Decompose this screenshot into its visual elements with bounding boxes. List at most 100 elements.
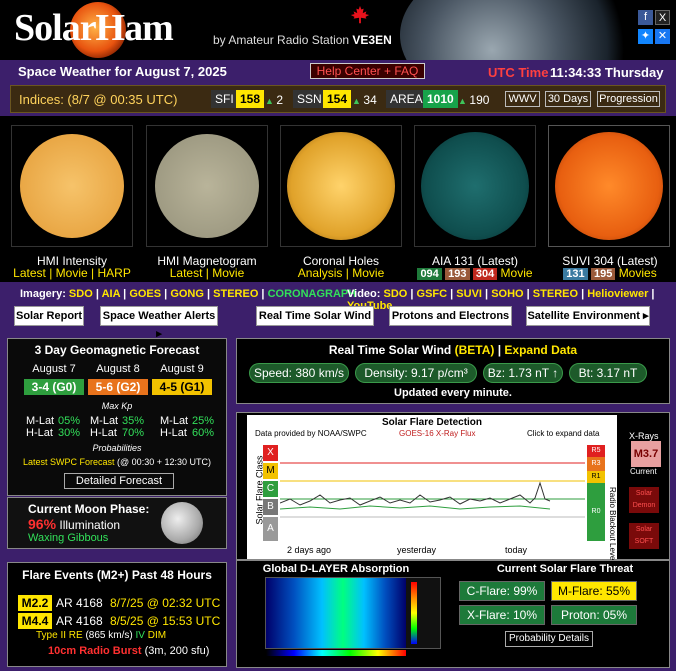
social-icon[interactable]: ✕ <box>655 29 670 44</box>
suvi-304-image[interactable] <box>548 125 670 247</box>
moon-percent: 96% <box>28 516 57 532</box>
bluesky-icon[interactable]: ✦ <box>638 29 653 44</box>
hmi-intensity-movie-link[interactable]: Movie <box>56 266 88 280</box>
hmi-intensity-latest-link[interactable]: Latest <box>13 266 46 280</box>
probabilities-label: Probabilities <box>92 443 142 453</box>
protons-electrons-button[interactable]: Protons and Electrons <box>389 306 512 326</box>
forecast-day-2: August 8 <box>96 363 140 375</box>
coronal-holes-movie-link[interactable]: Movie <box>352 266 384 280</box>
aia-131-image[interactable] <box>414 125 536 247</box>
r3-level: R3 <box>587 457 605 471</box>
video-soho-link[interactable]: SOHO <box>491 288 523 300</box>
class-a: A <box>263 517 278 541</box>
tick-yesterday: yesterday <box>397 545 437 555</box>
probability-details-button[interactable]: Probability Details <box>505 631 593 647</box>
video-suvi-link[interactable]: SUVI <box>456 288 482 300</box>
help-center-button[interactable]: Help Center + FAQ <box>310 63 425 79</box>
mlat-value-2: 35% <box>122 415 145 427</box>
forecast-title: 3 Day Geomagnetic Forecast <box>34 343 200 357</box>
wwv-button[interactable]: WWV <box>505 91 540 107</box>
solar-report-button[interactable]: Solar Report <box>14 306 84 326</box>
space-weather-alerts-button[interactable]: Space Weather Alerts ▸ <box>100 306 218 340</box>
coronal-holes-analysis-link[interactable]: Analysis <box>298 266 343 280</box>
flare-ar-2: AR 4168 <box>56 614 103 628</box>
video-stereo-link[interactable]: STEREO <box>533 288 578 300</box>
hmi-intensity-image[interactable] <box>11 125 133 247</box>
solar-soft-line1: Solar <box>635 526 653 533</box>
progression-button[interactable]: Progression <box>597 91 660 107</box>
xrays-side-label: X-Rays <box>629 431 659 441</box>
solar-demon-line2: Demon <box>632 502 656 509</box>
sfi-value: 158 <box>236 90 265 108</box>
hlat-label-3: H-Lat <box>160 427 187 439</box>
forecast-kp-1: 3-4 (G0) <box>24 379 84 395</box>
forecast-day-1: August 7 <box>32 363 76 375</box>
hmi-magnetogram-image[interactable] <box>146 125 268 247</box>
coronal-holes-image[interactable] <box>280 125 402 247</box>
radio-blackout-label: Radio Blackout Level <box>608 487 617 563</box>
flare-time-2: 8/5/25 @ 15:53 UTC <box>110 614 221 628</box>
x-twitter-icon[interactable]: X <box>655 10 670 25</box>
suvi-movies-link[interactable]: Movies <box>619 266 657 280</box>
byline: by Amateur Radio Station VE3EN <box>213 33 392 47</box>
30-days-button[interactable]: 30 Days <box>545 91 591 107</box>
hmi-magnetogram-movie-link[interactable]: Movie <box>212 266 244 280</box>
maple-leaf-icon <box>350 5 370 24</box>
ssn-delta: 34 <box>352 93 376 107</box>
solar-wind-header: Real Time Solar Wind (BETA) | Expand Dat… <box>237 343 669 357</box>
aia-131-links: 094 193 304 Movie <box>405 266 545 280</box>
sfi-delta: 2 <box>265 93 283 107</box>
aia-193-link[interactable]: 193 <box>445 268 470 280</box>
imagery-stereo-link[interactable]: STEREO <box>213 288 258 300</box>
xray-click[interactable]: Click to expand data <box>527 429 600 438</box>
site-logo[interactable]: SolarHam <box>14 6 174 50</box>
m-flare-threat: M-Flare: 55% <box>551 581 637 601</box>
flare-class-2: M4.4 <box>18 613 52 629</box>
forecast-kp-3: 4-5 (G1) <box>152 379 212 395</box>
dlayer-map[interactable] <box>265 577 441 656</box>
facebook-icon[interactable]: f <box>638 10 653 25</box>
flare-events-panel: Flare Events (M2+) Past 48 Hours M2.2 AR… <box>7 562 227 667</box>
imagery-aia-link[interactable]: AIA <box>102 288 121 300</box>
wind-bz: Bz: 1.73 nT ↑ <box>483 363 563 383</box>
imagery-gong-link[interactable]: GONG <box>170 288 204 300</box>
tick-2-days-ago: 2 days ago <box>287 545 332 555</box>
utc-clock: 11:34:33 Thursday <box>550 65 664 80</box>
xray-flux-plot <box>280 462 585 518</box>
x-flare-threat: X-Flare: 10% <box>459 605 545 625</box>
imagery-sdo-link[interactable]: SDO <box>69 288 93 300</box>
solar-soft-button[interactable]: Solar SOFT <box>629 523 659 549</box>
solar-wind-separator: | <box>497 343 502 357</box>
area-delta: 190 <box>458 93 489 107</box>
video-helioviewer-link[interactable]: Helioviewer <box>587 288 648 300</box>
hmi-intensity-harp-link[interactable]: HARP <box>97 266 130 280</box>
aia-304-link[interactable]: 304 <box>472 268 498 280</box>
expand-data-link[interactable]: Expand Data <box>504 343 577 357</box>
wind-speed: Speed: 380 km/s <box>249 363 349 383</box>
indices-bar: Indices: (8/7 @ 00:35 UTC) SFI 158 2 SSN… <box>10 85 666 113</box>
aia-094-link[interactable]: 094 <box>417 268 442 280</box>
video-sdo-link[interactable]: SDO <box>383 288 407 300</box>
xray-chart[interactable]: Solar Flare Detection Data provided by N… <box>247 415 617 563</box>
suvi-131-link[interactable]: 131 <box>563 268 588 280</box>
suvi-195-link[interactable]: 195 <box>590 268 616 280</box>
class-b: B <box>263 499 278 515</box>
detailed-forecast-button[interactable]: Detailed Forecast <box>64 473 174 489</box>
solar-demon-button[interactable]: Solar Demon <box>629 487 659 513</box>
imagery-links: Imagery: SDO | AIA | GOES | GONG | STERE… <box>20 288 357 300</box>
video-gsfc-link[interactable]: GSFC <box>417 288 448 300</box>
hmi-magnetogram-latest-link[interactable]: Latest <box>170 266 203 280</box>
real-time-solar-wind-button[interactable]: Real Time Solar Wind <box>256 306 374 326</box>
imagery-goes-link[interactable]: GOES <box>129 288 161 300</box>
flare-class-1: M2.2 <box>18 595 52 611</box>
video-label: Video: <box>347 288 381 300</box>
r1-level: R1 <box>587 471 605 483</box>
imagery-coronagraph-link[interactable]: CORONAGRAPH <box>268 288 357 300</box>
swpc-forecast-link[interactable]: Latest SWPC Forecast <box>23 457 115 467</box>
satellite-environment-button[interactable]: Satellite Environment ▸ <box>526 306 650 326</box>
flare-events-title: Flare Events (M2+) Past 48 Hours <box>22 568 212 582</box>
geomagnetic-forecast-panel: 3 Day Geomagnetic Forecast August 7 Augu… <box>7 338 227 496</box>
mlat-label-1: M-Lat <box>26 415 55 427</box>
aia-movie-link[interactable]: Movie <box>501 266 533 280</box>
hlat-value-2: 70% <box>122 427 145 439</box>
